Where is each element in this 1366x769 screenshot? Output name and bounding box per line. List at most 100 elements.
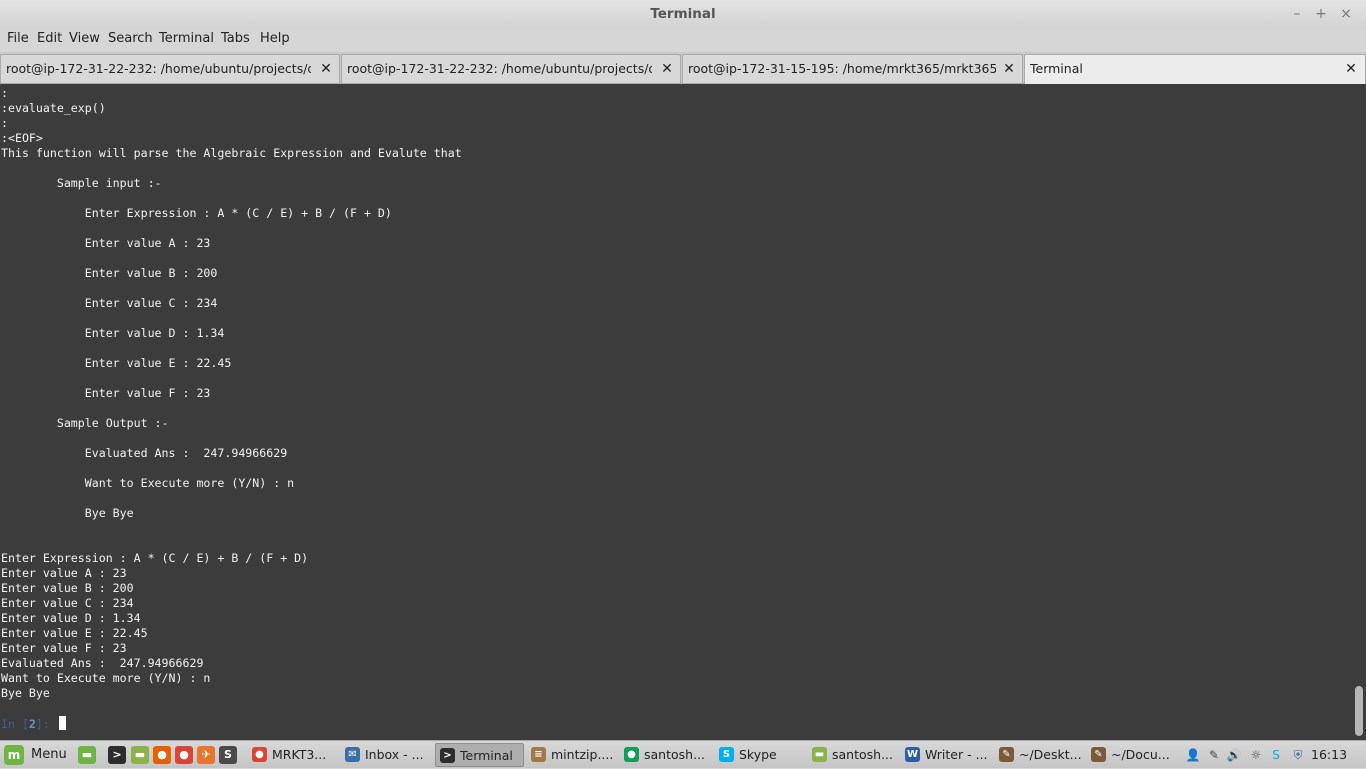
terminal-line: Enter value B : 200 [1,581,134,595]
title-bar[interactable]: Terminal – + × [0,0,1366,29]
terminal-line: Enter value F : 23 [1,386,211,400]
chrome-icon: ● [252,747,267,762]
terminal-line: Want to Execute more (Y/N) : n [1,476,295,490]
tab-2-close-icon[interactable]: ✕ [659,61,675,77]
tab-2-label: root@ip-172-31-22-232: /home/ubuntu/proj… [347,61,652,76]
tab-1[interactable]: root@ip-172-31-22-232: /home/ubuntu/proj… [0,54,340,83]
prompt-number: 2 [28,717,36,731]
tab-1-close-icon[interactable]: ✕ [318,61,334,77]
pen-icon[interactable]: ✎ [1206,747,1222,763]
terminal-line: :<EOF> [1,131,43,145]
terminal-line: Bye Bye [1,506,134,520]
tab-3-close-icon[interactable]: ✕ [1001,61,1017,77]
terminal-line: Enter value F : 23 [1,641,127,655]
files-launcher-icon[interactable]: ▬ [131,746,149,764]
task-mrkt-chrome[interactable]: ● MRKT3... [248,743,336,767]
writer-icon: W [905,747,920,762]
terminal-line: Enter Expression : A * (C / E) + B / (F … [1,206,392,220]
tab-4-active[interactable]: Terminal ✕ [1024,54,1366,84]
postman-launcher-icon[interactable]: ✈ [197,746,215,764]
maximize-button[interactable]: + [1312,4,1330,24]
task-label: Inbox - ... [365,747,424,762]
tab-1-label: root@ip-172-31-22-232: /home/ubuntu/proj… [6,61,311,76]
mint-logo-icon[interactable]: m [4,745,24,765]
terminal-line: Evaluated Ans : 247.94966629 [1,446,288,460]
menu-file[interactable]: File [7,29,29,52]
prompt-prefix: In [ [1,717,29,731]
clock[interactable]: 16:13 [1311,741,1347,769]
terminal-line: Enter Expression : A * (C / E) + B / (F … [1,551,309,565]
terminal-line: Evaluated Ans : 247.94966629 [1,656,204,670]
window-title: Terminal [650,6,716,22]
sublime-launcher-icon[interactable]: S [219,746,237,764]
shield-icon[interactable]: ⛨ [1290,747,1306,763]
show-desktop-icon[interactable]: ▬ [78,746,96,764]
task-label: santosh... [644,747,705,762]
volume-icon[interactable]: 🔊 [1226,747,1242,763]
task-label: Skype [739,747,777,762]
terminal-icon: > [440,748,455,763]
task-writer[interactable]: W Writer - ... [901,743,991,767]
terminal-line: Enter value D : 1.34 [1,326,225,340]
scrollbar-thumb[interactable] [1355,686,1363,736]
menu-help[interactable]: Help [260,29,290,52]
terminal-window: Terminal – + × File Edit View Search Ter… [0,0,1366,740]
menu-terminal[interactable]: Terminal [159,29,214,52]
task-santosh-chrome[interactable]: ● santosh... [620,743,710,767]
terminal-launcher-icon[interactable]: > [108,746,126,764]
menu-search[interactable]: Search [108,29,153,52]
brightness-icon[interactable]: ☼ [1248,747,1264,763]
task-label: Terminal [460,748,513,763]
terminal-line: Enter value C : 234 [1,296,218,310]
terminal-line: Enter value E : 22.45 [1,626,148,640]
user-icon[interactable]: 👤 [1185,747,1201,763]
menu-view[interactable]: View [69,29,100,52]
text-cursor [58,716,66,730]
terminal-line: Want to Execute more (Y/N) : n [1,671,211,685]
task-label: ~/Docu... [1111,747,1170,762]
terminal-line: Sample Output :- [1,416,169,430]
close-button[interactable]: × [1337,4,1355,24]
terminal-output[interactable]: ::evaluate_exp()::<EOF> This function wil… [0,85,1352,740]
terminal-line: Enter value E : 22.45 [1,356,232,370]
skype-tray-icon[interactable]: S [1268,747,1284,763]
task-mintzip[interactable]: ≡ mintzip.... [527,743,616,767]
terminal-line: Enter value A : 23 [1,566,127,580]
task-santosh-folder[interactable]: ▬ santosh... [808,743,898,767]
taskbar: m Menu ▬ > ▬ ● ● ✈ S ● MRKT3... ✉ Inbox … [0,740,1366,768]
task-inbox[interactable]: ✉ Inbox - ... [341,743,431,767]
skype-icon: S [719,747,734,762]
task-skype[interactable]: S Skype [715,743,805,767]
task-documents-editor[interactable]: ✎ ~/Docu... [1087,743,1177,767]
tab-3[interactable]: root@ip-172-31-15-195: /home/mrkt365/mrk… [682,54,1023,83]
task-label: ~/Deskt... [1019,747,1082,762]
terminal-line: Enter value C : 234 [1,596,134,610]
terminal-line: This function will parse the Algebraic E… [1,146,462,160]
start-menu-button[interactable]: Menu [31,741,67,769]
ipython-prompt[interactable]: In [2]: [1,716,66,731]
chrome-launcher-icon[interactable]: ● [175,746,193,764]
terminal-line: :evaluate_exp() [1,101,106,115]
tab-4-close-icon[interactable]: ✕ [1343,61,1359,77]
folder-icon: ▬ [812,747,827,762]
terminal-line: Enter value B : 200 [1,266,218,280]
firefox-launcher-icon[interactable]: ● [153,746,171,764]
tab-4-label: Terminal [1030,61,1083,76]
terminal-scrollbar[interactable] [1352,85,1366,740]
task-terminal[interactable]: > Terminal [435,743,524,767]
text-editor-icon: ✎ [1091,747,1106,762]
task-label: MRKT3... [272,747,327,762]
task-label: mintzip.... [551,747,613,762]
chrome-icon: ● [624,747,639,762]
menu-tabs[interactable]: Tabs [221,29,250,52]
minimize-button[interactable]: – [1288,4,1306,24]
terminal-line: : [1,116,8,130]
text-editor-icon: ✎ [999,747,1014,762]
terminal-line: Sample input :- [1,176,162,190]
prompt-suffix: ]: [35,717,57,731]
task-label: Writer - ... [925,747,988,762]
menu-edit[interactable]: Edit [37,29,62,52]
task-desktop-editor[interactable]: ✎ ~/Deskt... [995,743,1085,767]
archive-icon: ≡ [531,747,546,762]
tab-2[interactable]: root@ip-172-31-22-232: /home/ubuntu/proj… [341,54,681,83]
